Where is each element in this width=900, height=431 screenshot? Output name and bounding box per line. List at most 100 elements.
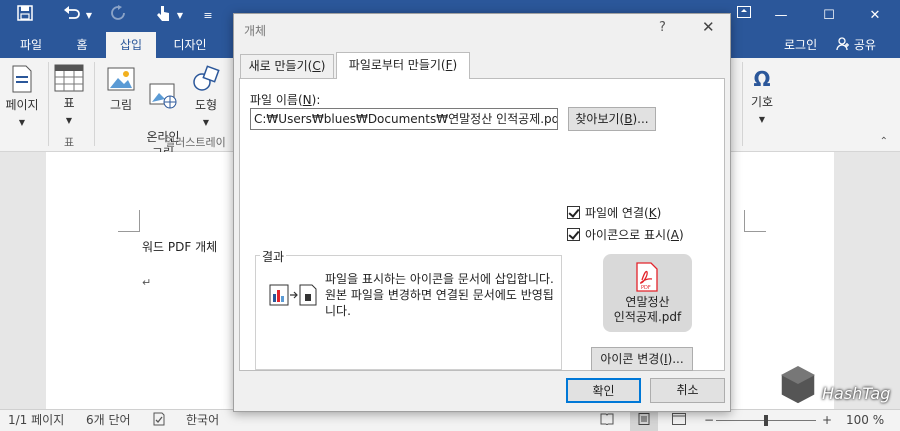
group-divider xyxy=(94,62,95,146)
checkbox-checked-icon xyxy=(567,228,580,241)
link-to-file-end: ) xyxy=(656,206,662,220)
link-to-file-text: 파일에 연결( xyxy=(585,206,649,220)
zoom-slider-thumb[interactable] xyxy=(764,415,768,426)
collapse-ribbon-icon[interactable]: ⌃ xyxy=(880,136,888,147)
dialog-close-button[interactable]: ✕ xyxy=(702,18,715,36)
file-name-label-end: ): xyxy=(311,93,321,107)
svg-text:PDF: PDF xyxy=(641,285,651,291)
tab-from-file-key: F xyxy=(445,58,453,72)
hashtag-watermark: HashTag xyxy=(778,365,898,410)
table-button[interactable]: 표 ▼ xyxy=(52,64,86,129)
zoom-level[interactable]: 100 % xyxy=(846,410,884,431)
pages-label: 페이지 xyxy=(5,98,39,112)
tab-design[interactable]: 디자인 xyxy=(162,32,218,58)
word-count[interactable]: 6개 단어 xyxy=(86,410,131,431)
browse-end: )... xyxy=(632,112,649,126)
touch-dropdown-icon[interactable]: ▼ xyxy=(175,4,185,28)
customize-qat-icon[interactable]: ≡ xyxy=(200,4,216,28)
browse-text: 찾아보기( xyxy=(575,112,625,126)
online-picture-icon xyxy=(149,83,177,109)
shapes-button[interactable]: 도형 ▼ xyxy=(188,64,224,131)
file-name-label-text: 파일 이름( xyxy=(250,93,303,107)
tab-from-file-end: ) xyxy=(452,58,458,72)
table-label: 표 xyxy=(63,96,75,110)
result-groupbox: 파일을 표시하는 아이콘을 문서에 삽입합니다. 원본 파일을 변경하면 연결된… xyxy=(255,255,562,370)
save-icon[interactable] xyxy=(14,4,36,28)
zoom-in-button[interactable]: + xyxy=(822,410,832,431)
from-file-panel: 파일 이름(N): C:₩Users₩blues₩Documents₩연말정산 … xyxy=(239,78,725,371)
link-to-file-key: K xyxy=(648,206,657,220)
web-layout-icon[interactable] xyxy=(672,410,686,431)
file-name-label-key: N xyxy=(302,93,312,107)
ok-button[interactable]: 확인 xyxy=(566,378,641,403)
page-count[interactable]: 1/1 페이지 xyxy=(8,410,64,431)
close-button[interactable]: ✕ xyxy=(852,0,898,32)
print-layout-icon[interactable] xyxy=(630,410,658,431)
person-icon xyxy=(836,37,854,52)
zoom-out-button[interactable]: − xyxy=(704,410,714,431)
shapes-icon xyxy=(193,65,220,91)
display-as-icon-key: A xyxy=(670,228,679,242)
shapes-label: 도형 xyxy=(194,98,218,112)
pdf-file-icon: PDF xyxy=(635,262,659,296)
tab-create-from-file[interactable]: 파일로부터 만들기(F) xyxy=(336,52,470,79)
picture-button[interactable]: 그림 xyxy=(102,64,140,113)
undo-dropdown-icon[interactable]: ▼ xyxy=(84,4,94,28)
object-dialog: 개체 ? ✕ 새로 만들기(C) 파일로부터 만들기(F) 파일 이름(N): … xyxy=(233,13,731,412)
share-label: 공유 xyxy=(853,38,876,52)
share-button[interactable]: 공유 xyxy=(836,32,876,58)
file-name-label: 파일 이름(N): xyxy=(250,91,320,108)
icon-caption-line2: 인적공제.pdf xyxy=(613,310,682,324)
touch-mode-icon[interactable] xyxy=(153,4,173,28)
paragraph-mark: ↵ xyxy=(142,276,152,289)
proofing-icon[interactable] xyxy=(152,410,166,431)
icon-preview: PDF 연말정산 인적공제.pdf xyxy=(603,254,692,332)
tab-insert[interactable]: 삽입 xyxy=(106,32,156,58)
tab-create-new-text: 새로 만들기( xyxy=(248,59,313,73)
display-as-icon-checkbox[interactable]: 아이콘으로 표시(A) xyxy=(567,227,684,243)
link-to-file-checkbox[interactable]: 파일에 연결(K) xyxy=(567,205,661,221)
dialog-title: 개체 xyxy=(244,24,267,38)
tab-file[interactable]: 파일 xyxy=(8,32,54,58)
picture-icon xyxy=(107,67,135,91)
login-link[interactable]: 로그인 xyxy=(784,32,817,58)
undo-icon[interactable] xyxy=(60,4,84,28)
crop-mark xyxy=(118,210,140,232)
tab-create-new[interactable]: 새로 만들기(C) xyxy=(240,54,334,78)
insert-as-icon-illustration xyxy=(269,282,319,311)
tab-home[interactable]: 홈 xyxy=(62,32,102,58)
document-text[interactable]: 워드 PDF 개체 xyxy=(142,238,217,255)
watermark-text: HashTag xyxy=(822,384,891,403)
ribbon-display-icon[interactable] xyxy=(736,4,752,28)
tab-from-file-text: 파일로부터 만들기( xyxy=(348,58,446,72)
table-icon xyxy=(54,64,84,92)
symbol-button[interactable]: Ω 기호 ▼ xyxy=(746,64,778,128)
status-bar: 1/1 페이지 6개 단어 한국어 − + 100 % xyxy=(0,409,900,431)
result-description: 파일을 표시하는 아이콘을 문서에 삽입합니다. 원본 파일을 변경하면 연결된… xyxy=(325,272,554,318)
tab-create-new-key: C xyxy=(312,59,321,73)
help-button[interactable]: ? xyxy=(659,20,666,35)
omega-icon: Ω xyxy=(753,67,771,91)
picture-label: 그림 xyxy=(109,98,133,112)
redo-icon[interactable] xyxy=(108,4,128,28)
display-as-icon-end: ) xyxy=(679,228,684,242)
icon-caption: 연말정산 인적공제.pdf xyxy=(603,295,692,325)
browse-button[interactable]: 찾아보기(B)... xyxy=(568,107,656,131)
tab-create-new-end: ) xyxy=(320,59,326,73)
pages-button[interactable]: 페이지 ▼ xyxy=(4,64,40,131)
group-divider xyxy=(742,62,743,146)
file-name-input[interactable]: C:₩Users₩blues₩Documents₩연말정산 인적공제.pdf xyxy=(250,108,558,130)
page-icon xyxy=(12,65,32,93)
read-mode-icon[interactable] xyxy=(600,410,614,431)
checkbox-checked-icon xyxy=(567,206,580,219)
minimize-button[interactable]: — xyxy=(758,0,804,32)
illustrations-group-label: 일러스트레이 xyxy=(165,136,226,149)
result-label: 결과 xyxy=(260,248,287,265)
maximize-button[interactable]: ☐ xyxy=(806,0,852,32)
change-icon-text: 아이콘 변경( xyxy=(600,352,665,366)
language[interactable]: 한국어 xyxy=(186,410,219,431)
change-icon-button[interactable]: 아이콘 변경(I)... xyxy=(591,347,693,371)
group-divider xyxy=(48,62,49,146)
hashtag-logo-icon xyxy=(780,365,816,405)
cancel-button[interactable]: 취소 xyxy=(650,378,725,403)
